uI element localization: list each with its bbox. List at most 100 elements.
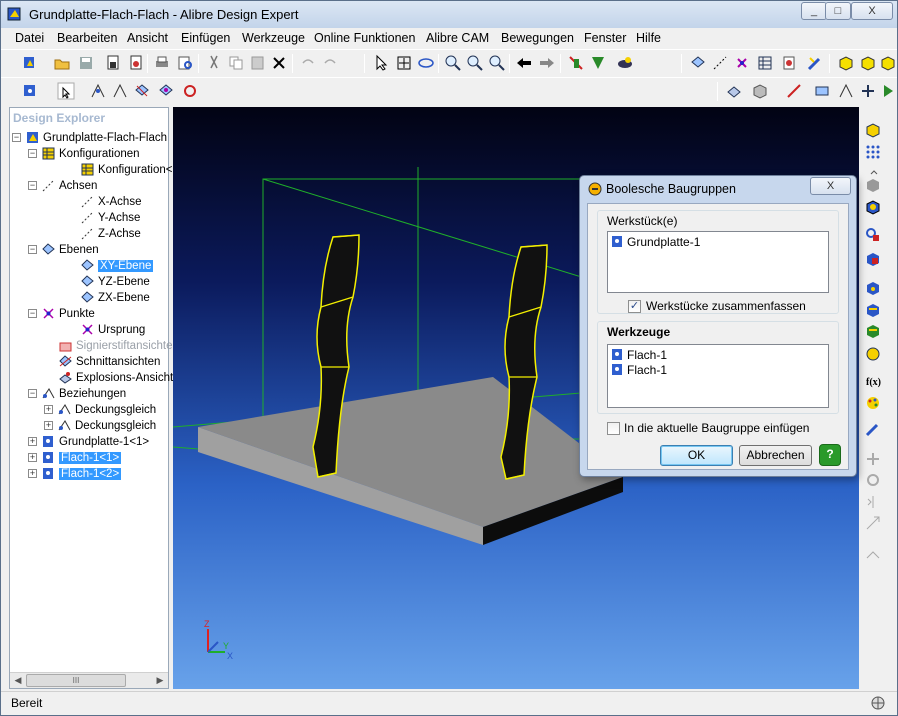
scroll-right-icon[interactable]: ▶ xyxy=(152,673,168,688)
color-palette-icon[interactable] xyxy=(864,394,882,412)
tree-item[interactable]: − Punkte xyxy=(28,306,95,322)
list-item[interactable]: Flach-1 xyxy=(611,347,667,363)
tree-item[interactable]: + Grundplatte-1<1> xyxy=(28,434,149,450)
select-arrow-icon[interactable] xyxy=(372,54,390,72)
menu-bearbeiten[interactable]: Bearbeiten xyxy=(57,31,117,45)
animate-icon[interactable] xyxy=(879,82,897,100)
tree-item[interactable]: Ursprung xyxy=(80,322,145,338)
tree-item[interactable]: − Achsen xyxy=(28,178,97,194)
save-icon[interactable] xyxy=(77,54,95,72)
constraint-tool-icon[interactable] xyxy=(567,54,585,72)
tree-item[interactable]: − Ebenen xyxy=(28,242,99,258)
insert-into-assembly-checkbox[interactable] xyxy=(607,422,620,435)
tree-expander[interactable]: − xyxy=(28,149,37,159)
tree-item[interactable]: − Konfigurationen xyxy=(28,146,140,162)
tree-expander[interactable]: − xyxy=(28,245,37,255)
paste-icon[interactable] xyxy=(249,54,267,72)
chamfer-icon[interactable] xyxy=(864,322,882,340)
list-item[interactable]: Flach-1 xyxy=(611,362,667,378)
tree-expander[interactable]: − xyxy=(28,181,37,191)
menu-werkzeuge[interactable]: Werkzeuge xyxy=(242,31,305,45)
hole-icon[interactable] xyxy=(864,279,882,297)
cancel-button[interactable]: Abbrechen xyxy=(739,445,812,466)
cube-iso-icon[interactable] xyxy=(879,54,897,72)
axis-tool-icon[interactable] xyxy=(711,54,729,72)
import-icon[interactable] xyxy=(104,54,122,72)
tree-item[interactable]: + Deckungsgleich xyxy=(44,418,156,434)
copy-icon[interactable] xyxy=(227,54,245,72)
tree-item[interactable]: X-Achse xyxy=(80,194,141,210)
point-tool-icon[interactable] xyxy=(733,54,751,72)
tree-expander[interactable]: + xyxy=(28,437,37,447)
tree-item[interactable]: Schnittansichten xyxy=(58,354,160,370)
menu-alibre-cam[interactable]: Alibre CAM xyxy=(426,31,489,45)
tree-item[interactable]: Z-Achse xyxy=(80,226,141,242)
measure-icon[interactable] xyxy=(813,82,831,100)
fillet-icon[interactable] xyxy=(864,301,882,319)
tools-list[interactable]: Flach-1 Flach-1 xyxy=(607,344,829,408)
plane-tool-icon[interactable] xyxy=(689,54,707,72)
print-icon[interactable] xyxy=(153,54,171,72)
zoom-fit-icon[interactable] xyxy=(488,54,506,72)
insert-part-icon[interactable] xyxy=(21,82,39,100)
mate-icon[interactable] xyxy=(111,82,129,100)
align-icon[interactable] xyxy=(133,82,151,100)
help-button[interactable]: ? xyxy=(819,444,841,466)
forward-arrow-icon[interactable] xyxy=(538,54,556,72)
menu-einfuegen[interactable]: Einfügen xyxy=(181,31,230,45)
scroll-thumb[interactable]: III xyxy=(26,674,126,687)
display-mode-icon[interactable] xyxy=(751,82,769,100)
tree-expander[interactable]: − xyxy=(28,309,37,319)
interference-icon[interactable] xyxy=(837,82,855,100)
export-icon[interactable] xyxy=(127,54,145,72)
tree-item[interactable]: YZ-Ebene xyxy=(80,274,150,290)
table-tool-icon[interactable] xyxy=(756,54,774,72)
tree-item[interactable]: Signierstiftansichten xyxy=(58,338,179,354)
tree-expander[interactable]: + xyxy=(28,453,37,463)
redo-icon[interactable] xyxy=(321,54,339,72)
sketch-edit-icon[interactable] xyxy=(864,420,882,438)
loft-icon[interactable] xyxy=(864,250,882,268)
undo-icon[interactable] xyxy=(299,54,317,72)
minimize-button[interactable]: _ xyxy=(801,2,827,20)
pattern-icon[interactable] xyxy=(864,143,882,161)
cut-icon[interactable] xyxy=(205,54,223,72)
maximize-button[interactable]: □ xyxy=(825,2,851,20)
explode-tool-icon[interactable] xyxy=(725,82,743,100)
tree-item[interactable]: Y-Achse xyxy=(80,210,140,226)
close-button[interactable]: X xyxy=(851,2,893,20)
edit-part-icon[interactable] xyxy=(806,54,824,72)
merge-workpieces-checkbox[interactable]: ✓ xyxy=(628,300,641,313)
tree-item[interactable]: XY-Ebene xyxy=(80,258,154,274)
tree-expander[interactable]: + xyxy=(44,421,53,431)
extrude-icon[interactable] xyxy=(864,121,882,139)
tree-expander[interactable]: + xyxy=(28,469,37,479)
workpieces-list[interactable]: Grundplatte-1 xyxy=(607,231,829,293)
tree-expander[interactable]: − xyxy=(28,389,37,399)
motion-icon[interactable] xyxy=(859,82,877,100)
equation-icon[interactable]: f(x) xyxy=(864,372,882,390)
print-preview-icon[interactable] xyxy=(176,54,194,72)
horizontal-scrollbar[interactable]: ◀ III ▶ xyxy=(10,672,168,688)
menu-online-funktionen[interactable]: Online Funktionen xyxy=(314,31,415,45)
ok-button[interactable]: OK xyxy=(660,445,733,466)
tree-item[interactable]: Explosions-Ansichten xyxy=(58,370,186,386)
select-filter-icon[interactable] xyxy=(57,82,75,100)
revolve-icon[interactable] xyxy=(864,198,882,216)
rotate-icon[interactable] xyxy=(417,54,435,72)
tree-item[interactable]: ZX-Ebene xyxy=(80,290,150,306)
zoom-in-icon[interactable] xyxy=(444,54,462,72)
zoom-window-icon[interactable] xyxy=(466,54,484,72)
tree-item[interactable]: + Flach-1<1> xyxy=(28,450,122,466)
shell-icon[interactable] xyxy=(864,345,882,363)
tree-item[interactable]: − Grundplatte-Flach-Flach xyxy=(12,130,167,146)
assembly-tool-icon[interactable] xyxy=(589,54,607,72)
anchor-icon[interactable] xyxy=(89,82,107,100)
menu-fenster[interactable]: Fenster xyxy=(584,31,626,45)
sweep-icon[interactable] xyxy=(864,226,882,244)
new-icon[interactable] xyxy=(21,54,39,72)
tree-item[interactable]: Konfiguration<1 xyxy=(80,162,179,178)
section-tool-icon[interactable] xyxy=(785,82,803,100)
menu-hilfe[interactable]: Hilfe xyxy=(636,31,661,45)
orient-icon[interactable] xyxy=(157,82,175,100)
